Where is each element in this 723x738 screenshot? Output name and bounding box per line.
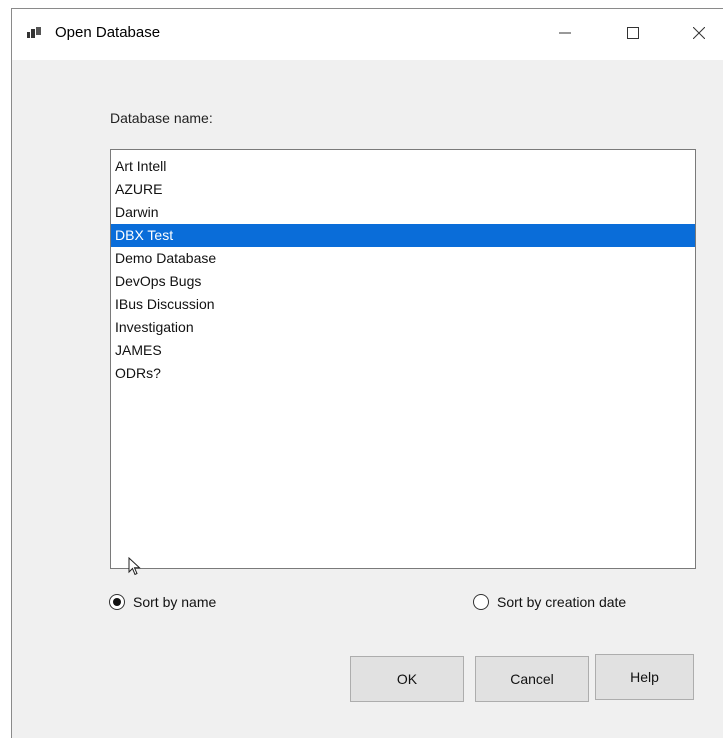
maximize-icon (627, 26, 639, 44)
title-bar[interactable]: Open Database (12, 9, 723, 60)
open-database-dialog: Open Database Database name: Art Intell A… (11, 8, 723, 738)
database-list-item[interactable]: Demo Database (111, 247, 695, 270)
database-list-item[interactable]: IBus Discussion (111, 293, 695, 316)
minimize-icon (559, 26, 571, 44)
database-name-label: Database name: (110, 110, 213, 126)
ok-button[interactable]: OK (350, 656, 464, 702)
help-button[interactable]: Help (595, 654, 694, 700)
radio-button-icon[interactable] (473, 594, 489, 610)
database-list-item[interactable]: DBX Test (111, 224, 695, 247)
database-list-item[interactable]: ODRs? (111, 362, 695, 385)
close-icon (692, 26, 706, 44)
radio-button-icon[interactable] (109, 594, 125, 610)
sort-by-creation-date-label: Sort by creation date (497, 594, 627, 610)
database-list-item[interactable]: DevOps Bugs (111, 270, 695, 293)
minimize-button[interactable] (542, 9, 588, 60)
cancel-button[interactable]: Cancel (475, 656, 589, 702)
mouse-cursor-icon (128, 557, 141, 576)
database-window-icon (26, 26, 42, 42)
window-title: Open Database (55, 24, 161, 41)
database-list-item[interactable]: Art Intell (111, 155, 695, 178)
database-listbox[interactable]: Art Intell AZURE Darwin DBX Test Demo Databa… (110, 149, 696, 569)
database-list-item[interactable]: AZURE (111, 178, 695, 201)
sort-by-name-label: Sort by name (133, 594, 217, 610)
maximize-button[interactable] (610, 9, 656, 60)
database-list-item[interactable]: Investigation (111, 316, 695, 339)
sort-by-creation-date-radio[interactable]: Sort by creation date (473, 594, 626, 610)
database-list-item[interactable]: JAMES (111, 339, 695, 362)
close-button[interactable] (676, 9, 722, 60)
database-list-item[interactable]: Darwin (111, 201, 695, 224)
sort-by-name-radio[interactable]: Sort by name (109, 594, 216, 610)
